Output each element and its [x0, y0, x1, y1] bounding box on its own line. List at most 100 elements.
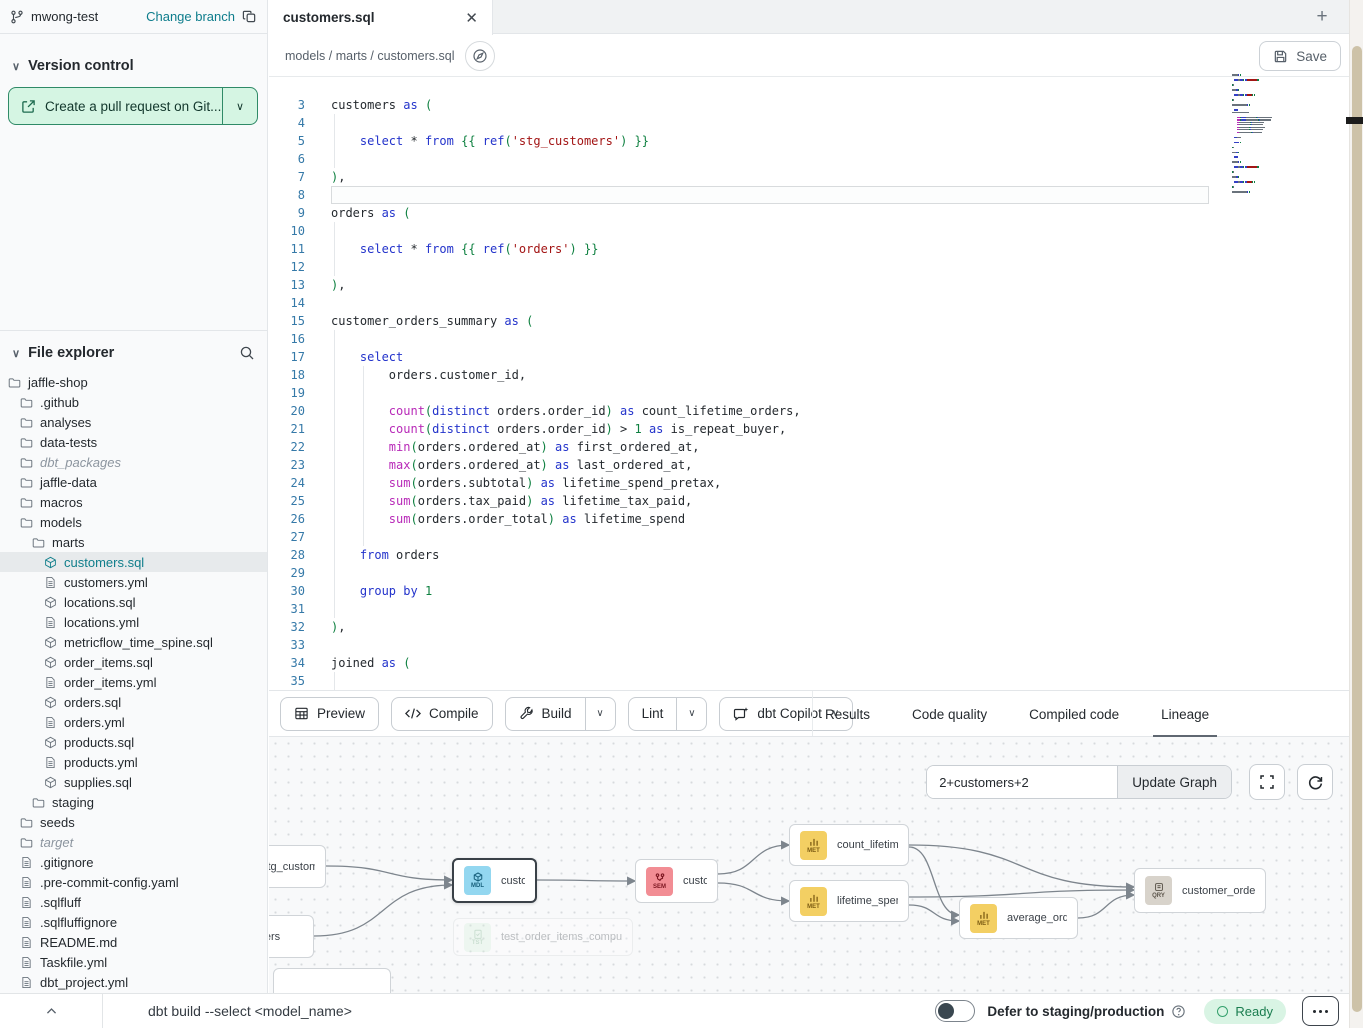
tree-item-staging[interactable]: staging	[0, 792, 267, 812]
create-pr-button[interactable]: Create a pull request on Git...	[9, 88, 223, 124]
page-scrollbar-thumb[interactable]	[1352, 46, 1362, 1012]
tree-item-dbt-packages[interactable]: dbt_packages	[0, 452, 267, 472]
tree-item-target[interactable]: target	[0, 832, 267, 852]
lineage-node-orders[interactable]: MDLorders	[269, 915, 314, 958]
code-line-16[interactable]: 16	[269, 330, 1349, 348]
tree-item-.github[interactable]: .github	[0, 392, 267, 412]
code-editor[interactable]: 3customers as (45 select * from {{ ref('…	[269, 77, 1349, 690]
lineage-node-stg_customers[interactable]: MDLstg_customers	[269, 845, 326, 888]
tree-item-jaffle-data[interactable]: jaffle-data	[0, 472, 267, 492]
preview-button[interactable]: Preview	[281, 698, 378, 730]
code-line-26[interactable]: 26 sum(orders.order_total) as lifetime_s…	[269, 510, 1349, 528]
code-line-32[interactable]: 32),	[269, 618, 1349, 636]
code-line-12[interactable]: 12	[269, 258, 1349, 276]
tree-item-analyses[interactable]: analyses	[0, 412, 267, 432]
build-dropdown[interactable]: ∨	[585, 698, 615, 730]
tree-item-supplies.sql[interactable]: supplies.sql	[0, 772, 267, 792]
tree-item-orders.yml[interactable]: orders.yml	[0, 712, 267, 732]
version-control-header[interactable]: ∨ Version control	[0, 44, 146, 84]
tree-item-macros[interactable]: macros	[0, 492, 267, 512]
code-line-28[interactable]: 28 from orders	[269, 546, 1349, 564]
code-line-27[interactable]: 27	[269, 528, 1349, 546]
tree-item-jaffle-shop[interactable]: jaffle-shop	[0, 372, 267, 392]
defer-toggle[interactable]	[935, 1000, 975, 1022]
close-icon[interactable]: ✕	[465, 9, 478, 27]
code-line-7[interactable]: 7),	[269, 168, 1349, 186]
tree-item-models[interactable]: models	[0, 512, 267, 532]
code-line-9[interactable]: 9orders as (	[269, 204, 1349, 222]
code-line-4[interactable]: 4	[269, 114, 1349, 132]
tree-item-seeds[interactable]: seeds	[0, 812, 267, 832]
code-line-11[interactable]: 11 select * from {{ ref('orders') }}	[269, 240, 1349, 258]
tree-item-.pre-commit-config.yaml[interactable]: .pre-commit-config.yaml	[0, 872, 267, 892]
code-line-33[interactable]: 33	[269, 636, 1349, 654]
tab-customers-sql[interactable]: customers.sql ✕	[269, 0, 493, 35]
lineage-node-count_lifetime_orders[interactable]: METcount_lifetime_orders	[789, 824, 909, 866]
code-line-5[interactable]: 5 select * from {{ ref('stg_customers') …	[269, 132, 1349, 150]
copy-icon[interactable]	[242, 9, 257, 24]
tree-item-.sqlfluff[interactable]: .sqlfluff	[0, 892, 267, 912]
page-scrollbar[interactable]	[1349, 0, 1363, 1028]
code-line-31[interactable]: 31	[269, 600, 1349, 618]
code-line-10[interactable]: 10	[269, 222, 1349, 240]
code-line-30[interactable]: 30 group by 1	[269, 582, 1349, 600]
editor-scrollbar-thumb[interactable]	[1346, 117, 1363, 124]
command-input[interactable]: dbt build --select <model_name>	[148, 1003, 935, 1019]
code-line-13[interactable]: 13),	[269, 276, 1349, 294]
compile-button[interactable]: Compile	[392, 698, 492, 730]
tree-item-locations.sql[interactable]: locations.sql	[0, 592, 267, 612]
tree-item-data-tests[interactable]: data-tests	[0, 432, 267, 452]
build-button[interactable]: Build	[506, 698, 585, 730]
tree-item-dbt-project.yml[interactable]: dbt_project.yml	[0, 972, 267, 992]
tree-item-products.sql[interactable]: products.sql	[0, 732, 267, 752]
tree-item-.gitignore[interactable]: .gitignore	[0, 852, 267, 872]
tree-item-order-items.yml[interactable]: order_items.yml	[0, 672, 267, 692]
search-icon[interactable]	[239, 345, 255, 361]
update-graph-button[interactable]: Update Graph	[1117, 766, 1231, 798]
lint-button[interactable]: Lint	[629, 698, 677, 730]
lineage-node-partial[interactable]	[273, 968, 391, 993]
code-line-20[interactable]: 20 count(distinct orders.order_id) as co…	[269, 402, 1349, 420]
tab-compiled-code[interactable]: Compiled code	[1029, 691, 1119, 738]
lint-dropdown[interactable]: ∨	[676, 698, 706, 730]
tab-results[interactable]: Results	[825, 691, 870, 738]
lineage-node-lifetime_spend_pretax[interactable]: METlifetime_spend_pretax	[789, 880, 909, 922]
editor-minimap[interactable]	[1232, 72, 1316, 194]
tree-item-marts[interactable]: marts	[0, 532, 267, 552]
change-branch-link[interactable]: Change branch	[146, 9, 235, 24]
tree-item-orders.sql[interactable]: orders.sql	[0, 692, 267, 712]
lineage-selector-input[interactable]	[927, 766, 1117, 798]
code-line-6[interactable]: 6	[269, 150, 1349, 168]
refresh-button[interactable]	[1297, 764, 1333, 800]
code-line-29[interactable]: 29	[269, 564, 1349, 582]
fullscreen-button[interactable]	[1249, 764, 1285, 800]
tree-item-locations.yml[interactable]: locations.yml	[0, 612, 267, 632]
tree-item-order-items.sql[interactable]: order_items.sql	[0, 652, 267, 672]
lineage-node-customer_order_metrics[interactable]: QRYcustomer_order_metrics	[1134, 868, 1266, 913]
tree-item-customers.yml[interactable]: customers.yml	[0, 572, 267, 592]
lineage-node-test_order_items_compute_to_bools-[interactable]: TSTtest_order_items_compute_to_bools...	[453, 918, 633, 956]
code-line-25[interactable]: 25 sum(orders.tax_paid) as lifetime_tax_…	[269, 492, 1349, 510]
code-line-3[interactable]: 3customers as (	[269, 96, 1349, 114]
code-line-14[interactable]: 14	[269, 294, 1349, 312]
code-line-23[interactable]: 23 max(orders.ordered_at) as last_ordere…	[269, 456, 1349, 474]
code-line-15[interactable]: 15customer_orders_summary as (	[269, 312, 1349, 330]
code-line-22[interactable]: 22 min(orders.ordered_at) as first_order…	[269, 438, 1349, 456]
chevron-down-icon[interactable]: ∨	[12, 347, 20, 360]
tab-code-quality[interactable]: Code quality	[912, 691, 987, 738]
more-options-button[interactable]	[1302, 996, 1339, 1026]
help-icon[interactable]	[1171, 1004, 1186, 1019]
tree-item-readme.md[interactable]: README.md	[0, 932, 267, 952]
code-line-34[interactable]: 34joined as (	[269, 654, 1349, 672]
code-line-18[interactable]: 18 orders.customer_id,	[269, 366, 1349, 384]
tree-item-taskfile.yml[interactable]: Taskfile.yml	[0, 952, 267, 972]
tree-item-.sqlfluffignore[interactable]: .sqlfluffignore	[0, 912, 267, 932]
code-line-21[interactable]: 21 count(distinct orders.order_id) > 1 a…	[269, 420, 1349, 438]
code-line-17[interactable]: 17 select	[269, 348, 1349, 366]
code-line-19[interactable]: 19	[269, 384, 1349, 402]
explore-compass-icon[interactable]	[465, 41, 495, 71]
new-tab-button[interactable]: +	[1309, 5, 1335, 29]
tree-item-customers.sql[interactable]: customers.sql	[0, 552, 267, 572]
save-button[interactable]: Save	[1259, 41, 1341, 71]
code-line-8[interactable]: 8	[269, 186, 1349, 204]
